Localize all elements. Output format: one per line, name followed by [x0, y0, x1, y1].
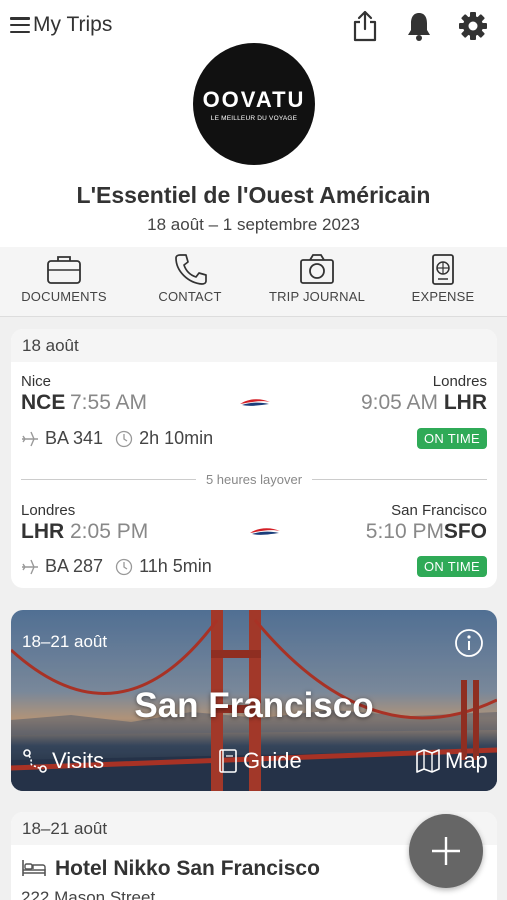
clock-icon: [115, 430, 133, 447]
phone-icon: [175, 254, 207, 285]
airline-logo-icon: [250, 528, 280, 535]
departure-code: LHR: [21, 520, 65, 543]
map-button[interactable]: Map: [415, 748, 488, 774]
bed-icon: [22, 860, 46, 876]
departure-time: 7:55 AM: [70, 391, 148, 414]
briefcase-icon: [47, 256, 81, 284]
destination-name: San Francisco: [134, 686, 374, 725]
share-icon[interactable]: [350, 10, 380, 42]
airline-logo-icon: [240, 399, 270, 406]
departure-city: Londres: [21, 502, 76, 519]
clock-icon: [115, 558, 133, 575]
flight-card[interactable]: 18 août Nice Londres NCE 7:55 AM 9:05 AM…: [11, 329, 497, 588]
departure-time: 2:05 PM: [70, 520, 149, 543]
status-badge: ON TIME: [416, 428, 487, 449]
quick-nav: DOCUMENTS CONTACT TRIP JOURNAL EXPENSE: [0, 247, 507, 317]
layover-divider: 5 heures layover: [21, 472, 487, 487]
flight-duration: 2h 10min: [139, 428, 214, 448]
plus-icon: [432, 837, 460, 865]
brand-logo: OOVATU LE MEILLEUR DU VOYAGE: [193, 43, 315, 165]
arrival-time: 5:10 PM: [365, 520, 444, 543]
arrival-code: SFO: [443, 520, 487, 543]
flight-card-date: 18 août: [11, 329, 497, 362]
nav-trip-journal[interactable]: TRIP JOURNAL: [262, 253, 372, 304]
passport-icon: [432, 254, 454, 285]
bell-icon[interactable]: [404, 10, 434, 42]
departure-city: Nice: [21, 373, 52, 390]
route-icon: [23, 749, 47, 773]
page-title: My Trips: [33, 13, 113, 36]
arrival-code: LHR: [443, 391, 487, 414]
flight-number: BA 287: [45, 556, 104, 576]
info-icon[interactable]: [454, 628, 484, 658]
status-badge: ON TIME: [416, 556, 487, 577]
visits-button[interactable]: Visits: [22, 748, 104, 774]
arrival-time: 9:05 AM: [360, 391, 438, 414]
camera-icon: [300, 254, 334, 284]
add-button[interactable]: [409, 814, 483, 888]
nav-documents[interactable]: DOCUMENTS: [9, 253, 119, 304]
plane-icon: [22, 559, 38, 574]
nav-expense[interactable]: EXPENSE: [388, 253, 498, 304]
nav-contact[interactable]: CONTACT: [135, 253, 245, 304]
departure-code: NCE: [21, 391, 66, 414]
flight-segment[interactable]: Londres San Francisco LHR 2:05 PM 5:10 P…: [11, 491, 497, 588]
menu-button[interactable]: My Trips: [10, 13, 112, 37]
flight-number: BA 341: [45, 428, 104, 448]
map-icon: [416, 749, 440, 773]
gear-icon[interactable]: [458, 10, 488, 42]
book-icon: [219, 749, 237, 773]
layover-label: 5 heures layover: [205, 472, 303, 487]
flight-duration: 11h 5min: [139, 556, 212, 576]
hotel-name: Hotel Nikko San Francisco: [55, 857, 320, 880]
trip-header: OOVATU LE MEILLEUR DU VOYAGE L'Essentiel…: [0, 42, 507, 247]
trip-title: L'Essentiel de l'Ouest Américain: [76, 182, 431, 208]
hamburger-icon: [10, 17, 30, 33]
arrival-city: Londres: [432, 373, 487, 390]
destination-dates: 18–21 août: [22, 632, 108, 651]
arrival-city: San Francisco: [391, 502, 487, 519]
flight-segment[interactable]: Nice Londres NCE 7:55 AM 9:05 AM LHR BA …: [11, 362, 497, 462]
destination-card[interactable]: 18–21 août San Francisco Visits Guide Ma…: [11, 610, 497, 791]
plane-icon: [22, 431, 38, 446]
guide-button[interactable]: Guide: [217, 748, 302, 774]
hotel-address: 222 Mason Street: [21, 888, 156, 900]
trip-dates: 18 août – 1 septembre 2023: [147, 215, 360, 234]
